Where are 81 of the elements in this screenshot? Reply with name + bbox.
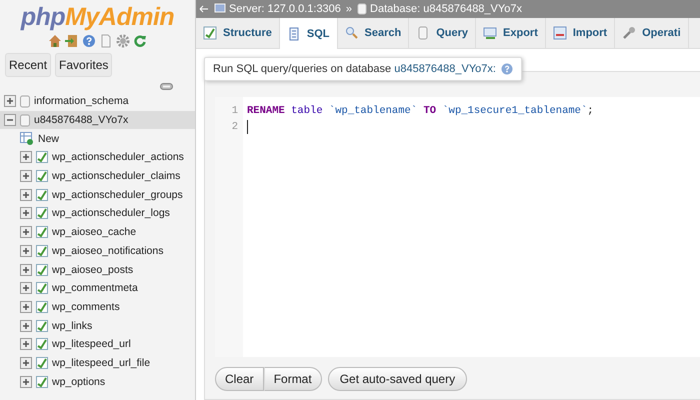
import-icon	[552, 26, 567, 40]
tree-item-label[interactable]: wp_aioseo_cache	[52, 226, 136, 238]
table-icon[interactable]	[36, 226, 48, 238]
table-icon[interactable]	[36, 300, 48, 313]
sql-editor[interactable]: 1 2 RENAME table `wp_tablename` TO `wp_1secure1_tablename`;	[215, 97, 700, 357]
expand-icon[interactable]	[20, 320, 32, 332]
reload-icon[interactable]	[133, 34, 147, 48]
home-icon[interactable]	[48, 34, 62, 48]
tree-item-label[interactable]: wp_litespeed_url_file	[52, 356, 150, 369]
line-number: 2	[232, 120, 239, 135]
tree-item-label[interactable]: u845876488_VYo7x	[34, 114, 128, 126]
expand-icon[interactable]	[20, 356, 32, 369]
tree-item-label[interactable]: wp_actionscheduler_claims	[52, 170, 180, 182]
action-button[interactable]: Format	[264, 367, 322, 391]
table-icon[interactable]	[36, 170, 48, 182]
database-icon	[20, 94, 30, 108]
code-line: RENAME table `wp_tablename` TO `wp_1secure1_tablename`;	[247, 104, 594, 119]
database-icon	[416, 26, 430, 40]
tree-item-label[interactable]: wp_actionscheduler_groups	[52, 188, 183, 201]
help-icon[interactable]	[82, 34, 96, 48]
document-icon[interactable]	[99, 34, 113, 48]
tree-item-label[interactable]: wp_aioseo_posts	[52, 264, 134, 276]
table-icon[interactable]	[36, 264, 48, 276]
document-icon	[286, 26, 301, 40]
expand-icon[interactable]	[4, 95, 16, 108]
table-icon	[203, 26, 217, 40]
expand-icon[interactable]	[20, 300, 32, 313]
tree-item-label[interactable]: wp_links	[52, 320, 92, 332]
expand-icon[interactable]	[20, 376, 32, 388]
export-icon	[483, 26, 498, 40]
expand-icon[interactable]	[20, 244, 32, 257]
tree-item-label[interactable]: wp_commentmeta	[52, 282, 138, 294]
expand-icon[interactable]	[20, 170, 32, 182]
expand-icon[interactable]	[20, 338, 32, 350]
action-button[interactable]: Get auto-saved query	[328, 367, 468, 391]
database-icon	[357, 3, 368, 15]
table-icon[interactable]	[36, 320, 48, 332]
breadcrumb-separator: »	[346, 3, 352, 15]
table-icon[interactable]	[36, 244, 48, 257]
search-icon	[344, 26, 359, 40]
gear-icon[interactable]	[116, 34, 130, 48]
tree-item-label[interactable]: wp_actionscheduler_logs	[52, 207, 170, 220]
breadcrumb-link[interactable]: Server: 127.0.0.1:3306	[214, 3, 341, 15]
collapse-icon[interactable]	[4, 114, 16, 126]
table-icon[interactable]	[36, 356, 48, 369]
table-icon[interactable]	[36, 188, 48, 201]
wrench-icon	[622, 26, 636, 40]
logo: phpMyAdmin	[20, 2, 176, 32]
tab[interactable]: SQL	[280, 18, 338, 49]
table-icon[interactable]	[36, 338, 48, 350]
exit-icon[interactable]	[65, 34, 79, 48]
table-icon[interactable]	[36, 207, 48, 220]
tree-item-label[interactable]: wp_options	[52, 376, 106, 388]
back-arrow-icon[interactable]	[199, 5, 209, 13]
help-icon[interactable]	[500, 63, 513, 75]
tree-item-label[interactable]: wp_litespeed_url	[52, 338, 131, 350]
expand-icon[interactable]	[20, 188, 32, 201]
tree-item-label[interactable]: wp_actionscheduler_actions	[52, 151, 184, 164]
table-icon[interactable]	[36, 376, 48, 388]
tree-item-label[interactable]: wp_aioseo_notifications	[52, 244, 164, 257]
expand-icon[interactable]	[20, 207, 32, 220]
server-icon	[214, 3, 226, 15]
line-number: 1	[232, 104, 239, 119]
database-icon	[20, 114, 30, 127]
tree-item-label[interactable]: information_schema	[34, 95, 129, 108]
tree-row[interactable]: information_schema	[0, 92, 195, 111]
tree-item-label[interactable]: wp_comments	[52, 300, 120, 313]
expand-icon[interactable]	[20, 151, 32, 164]
new-table-icon[interactable]	[20, 132, 34, 146]
table-icon[interactable]	[36, 151, 48, 164]
breadcrumb-link[interactable]: Database: u845876488_VYo7x	[357, 3, 522, 15]
sidebar-tab[interactable]: Recent	[5, 53, 52, 77]
action-button[interactable]: Clear	[215, 367, 264, 391]
sidebar-tab[interactable]: Favorites	[55, 53, 112, 77]
expand-icon[interactable]	[20, 282, 32, 294]
expand-icon[interactable]	[20, 226, 32, 238]
panel-title: Run SQL query/queries on database u845876488_VYo7x:	[213, 63, 496, 75]
tree-item-label[interactable]: New	[38, 132, 60, 145]
tree-row[interactable]: u845876488_VYo7x	[0, 110, 195, 130]
table-icon[interactable]	[36, 282, 48, 294]
expand-icon[interactable]	[20, 264, 32, 276]
